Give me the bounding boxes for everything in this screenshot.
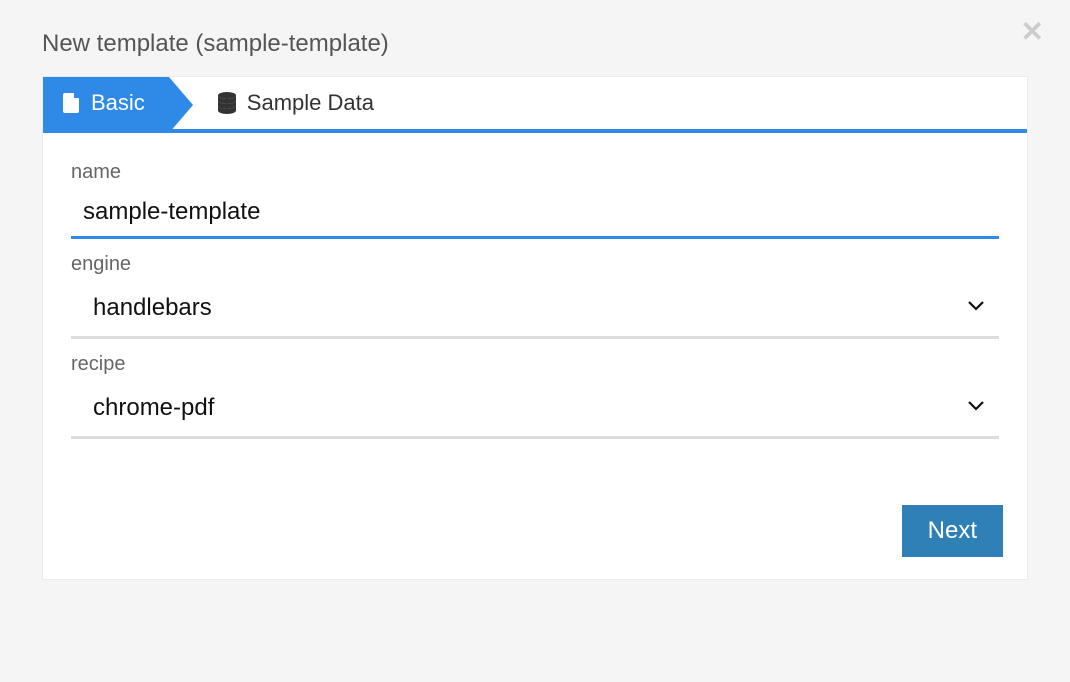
engine-select[interactable]: handlebars xyxy=(71,280,999,339)
tab-basic[interactable]: Basic xyxy=(43,77,169,129)
tab-basic-label: Basic xyxy=(91,90,145,116)
database-icon xyxy=(217,92,237,114)
tabs-row: Basic Sample Data xyxy=(43,77,1027,133)
dialog-card: Basic Sample Data name engine handlebars xyxy=(42,76,1028,580)
field-recipe: recipe chrome-pdf xyxy=(71,353,999,439)
name-input[interactable] xyxy=(71,188,999,239)
recipe-select[interactable]: chrome-pdf xyxy=(71,380,999,439)
field-name: name xyxy=(71,161,999,239)
file-icon xyxy=(63,93,81,113)
engine-value: handlebars xyxy=(71,280,999,336)
tab-sample-data[interactable]: Sample Data xyxy=(169,77,398,129)
form-area: name engine handlebars recipe chrome-pdf xyxy=(43,133,1027,485)
close-icon[interactable]: ✕ xyxy=(1021,18,1044,46)
tab-sample-data-label: Sample Data xyxy=(247,90,374,116)
name-label: name xyxy=(71,161,999,184)
recipe-value: chrome-pdf xyxy=(71,380,999,436)
engine-label: engine xyxy=(71,253,999,276)
field-engine: engine handlebars xyxy=(71,253,999,339)
next-button[interactable]: Next xyxy=(902,505,1003,557)
dialog-footer: Next xyxy=(43,485,1027,579)
dialog-title: New template (sample-template) xyxy=(0,0,1070,76)
recipe-label: recipe xyxy=(71,353,999,376)
